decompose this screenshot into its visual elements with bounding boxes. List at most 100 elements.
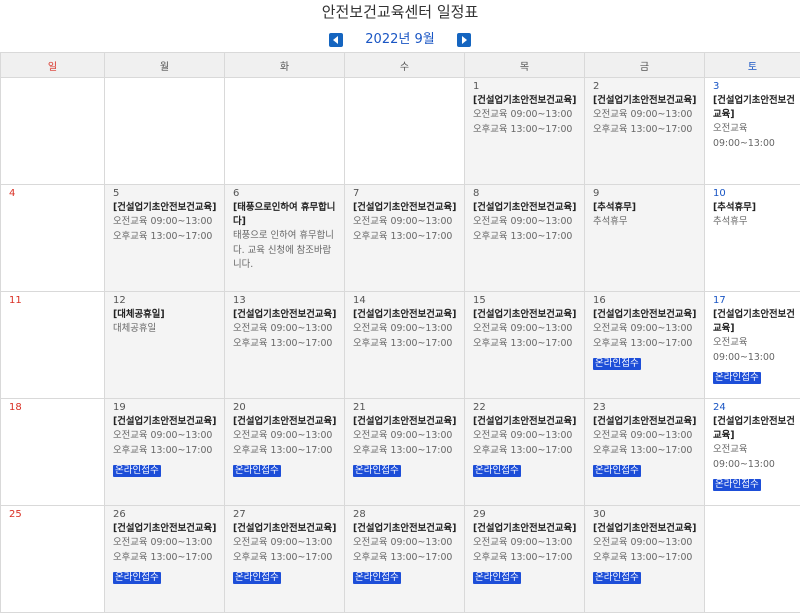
event-title[interactable]: [건설업기초안전보건교육]	[473, 522, 579, 536]
empty-day-cell	[224, 77, 345, 185]
next-month-button[interactable]	[456, 33, 471, 47]
event-title[interactable]: [건설업기초안전보건교육]	[113, 201, 219, 215]
weekday-header-row: 일월화수목금토	[0, 52, 800, 78]
event-title[interactable]: [건설업기초안전보건교육]	[713, 94, 795, 122]
event-detail: 오후교육 13:00~17:00	[353, 444, 453, 456]
event-detail: 오후교육 13:00~17:00	[473, 123, 573, 135]
online-registration-button[interactable]: 온라인접수	[113, 572, 161, 584]
current-month-label: 2022년 9월	[365, 32, 435, 47]
event-title[interactable]: [추석휴무]	[593, 201, 699, 215]
day-number: 10	[713, 188, 726, 199]
day-cell: 24 [건설업기초안전보건교육] 오전교육 09:00~13:00 온라인접수	[704, 398, 800, 506]
chevron-right-icon	[461, 36, 467, 44]
event-title[interactable]: [건설업기초안전보건교육]	[593, 308, 699, 322]
event-title[interactable]: [건설업기초안전보건교육]	[353, 201, 459, 215]
event-detail: 대체공휴일	[113, 323, 157, 334]
calendar-week-row: 4 5 [건설업기초안전보건교육] 오전교육 09:00~13:00 오후교육 13:0…	[0, 184, 800, 292]
day-number: 11	[9, 295, 22, 306]
day-cell: 1 [건설업기초안전보건교육] 오전교육 09:00~13:00 오후교육 13:00…	[464, 77, 585, 185]
weekday-header: 수	[344, 52, 465, 78]
event-title[interactable]: [건설업기초안전보건교육]	[593, 94, 699, 108]
day-cell: 21 [건설업기초안전보건교육] 오전교육 09:00~13:00 오후교육 13:0…	[344, 398, 465, 506]
day-number: 23	[593, 402, 606, 413]
event-title[interactable]: [건설업기초안전보건교육]	[233, 308, 339, 322]
event-detail: 오전교육 09:00~13:00	[593, 430, 693, 441]
event-detail: 09:00~13:00	[713, 351, 775, 363]
day-number: 16	[593, 295, 606, 306]
day-cell: 18	[0, 398, 105, 506]
event-detail: 오후교육 13:00~17:00	[233, 337, 333, 349]
online-registration-button[interactable]: 온라인접수	[233, 572, 281, 584]
online-registration-button[interactable]: 온라인접수	[353, 465, 401, 477]
online-registration-button[interactable]: 온라인접수	[713, 372, 761, 384]
event-title[interactable]: [건설업기초안전보건교육]	[113, 415, 219, 429]
event-title[interactable]: [건설업기초안전보건교육]	[473, 308, 579, 322]
day-cell: 7 [건설업기초안전보건교육] 오전교육 09:00~13:00 오후교육 13:00…	[344, 184, 465, 292]
online-registration-button[interactable]: 온라인접수	[713, 479, 761, 491]
day-number: 12	[113, 295, 126, 306]
day-cell: 8 [건설업기초안전보건교육] 오전교육 09:00~13:00 오후교육 13:00…	[464, 184, 585, 292]
day-cell: 17 [건설업기초안전보건교육] 오전교육 09:00~13:00 온라인접수	[704, 291, 800, 399]
day-number: 8	[473, 188, 480, 199]
day-cell: 13 [건설업기초안전보건교육] 오전교육 09:00~13:00 오후교육 13:0…	[224, 291, 345, 399]
event-title[interactable]: [추석휴무]	[713, 201, 795, 215]
event-title[interactable]: [건설업기초안전보건교육]	[233, 415, 339, 429]
online-registration-button[interactable]: 온라인접수	[113, 465, 161, 477]
event-title[interactable]: [건설업기초안전보건교육]	[353, 415, 459, 429]
day-cell: 9 [추석휴무] 추석휴무	[584, 184, 705, 292]
event-title[interactable]: [건설업기초안전보건교육]	[353, 522, 459, 536]
event-title[interactable]: [건설업기초안전보건교육]	[713, 415, 795, 443]
event-title[interactable]: [건설업기초안전보건교육]	[473, 415, 579, 429]
day-cell: 4	[0, 184, 105, 292]
day-number: 3	[713, 81, 720, 92]
day-number: 22	[473, 402, 486, 413]
online-registration-button[interactable]: 온라인접수	[353, 572, 401, 584]
day-cell: 14 [건설업기초안전보건교육] 오전교육 09:00~13:00 오후교육 13:0…	[344, 291, 465, 399]
day-number: 15	[473, 295, 486, 306]
event-detail: 오후교육 13:00~17:00	[353, 337, 453, 349]
event-detail: 오전교육 09:00~13:00	[473, 216, 573, 227]
day-number: 21	[353, 402, 366, 413]
event-title[interactable]: [건설업기초안전보건교육]	[473, 94, 579, 108]
prev-month-button[interactable]	[329, 33, 344, 47]
day-cell: 30 [건설업기초안전보건교육] 오전교육 09:00~13:00 오후교육 13:0…	[584, 505, 705, 613]
event-detail: 오전교육 09:00~13:00	[473, 109, 573, 120]
event-title[interactable]: [태풍으로인하여 휴무합니다]	[233, 201, 339, 229]
event-detail: 오후교육 13:00~17:00	[473, 337, 573, 349]
day-cell: 12 [대체공휴일] 대체공휴일	[104, 291, 225, 399]
event-title[interactable]: [건설업기초안전보건교육]	[713, 308, 795, 336]
event-detail: 오후교육 13:00~17:00	[113, 444, 213, 456]
online-registration-button[interactable]: 온라인접수	[593, 358, 641, 370]
calendar-week-row: 1 [건설업기초안전보건교육] 오전교육 09:00~13:00 오후교육 13:00…	[0, 77, 800, 185]
online-registration-button[interactable]: 온라인접수	[473, 572, 521, 584]
event-title[interactable]: [건설업기초안전보건교육]	[113, 522, 219, 536]
event-title[interactable]: [건설업기초안전보건교육]	[473, 201, 579, 215]
day-number: 24	[713, 402, 726, 413]
day-number: 30	[593, 509, 606, 520]
online-registration-button[interactable]: 온라인접수	[233, 465, 281, 477]
weekday-header: 일	[0, 52, 105, 78]
event-title[interactable]: [건설업기초안전보건교육]	[353, 308, 459, 322]
day-number: 20	[233, 402, 246, 413]
event-detail: 오후교육 13:00~17:00	[353, 551, 453, 563]
event-title[interactable]: [대체공휴일]	[113, 308, 219, 322]
event-title[interactable]: [건설업기초안전보건교육]	[593, 415, 699, 429]
event-detail: 태풍으로 인하여 휴무합니다. 교육 신청에 참조바랍니다.	[233, 230, 334, 270]
event-detail: 오전교육 09:00~13:00	[233, 537, 333, 548]
event-detail: 오후교육 13:00~17:00	[353, 230, 453, 242]
chevron-left-icon	[333, 36, 339, 44]
online-registration-button[interactable]: 온라인접수	[593, 465, 641, 477]
event-title[interactable]: [건설업기초안전보건교육]	[233, 522, 339, 536]
weekday-header: 화	[224, 52, 345, 78]
online-registration-button[interactable]: 온라인접수	[473, 465, 521, 477]
event-detail: 오후교육 13:00~17:00	[593, 337, 693, 349]
day-number: 26	[113, 509, 126, 520]
event-detail: 오후교육 13:00~17:00	[473, 230, 573, 242]
day-number: 5	[113, 188, 120, 199]
online-registration-button[interactable]: 온라인접수	[593, 572, 641, 584]
day-number: 14	[353, 295, 366, 306]
empty-day-cell	[0, 77, 105, 185]
weekday-header: 금	[584, 52, 705, 78]
event-title[interactable]: [건설업기초안전보건교육]	[593, 522, 699, 536]
empty-day-cell	[344, 77, 465, 185]
